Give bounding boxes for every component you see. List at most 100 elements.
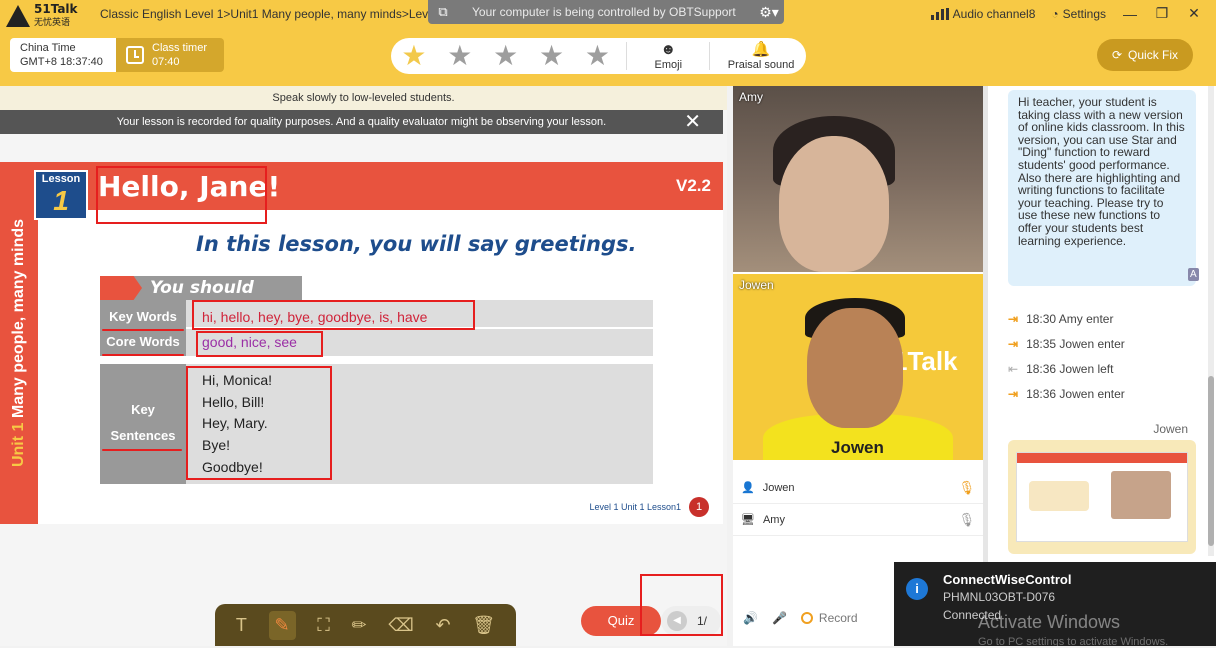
praisal-sound-button[interactable]: 🔔 Praisal sound xyxy=(716,41,806,71)
top-bar: 51Talk 无忧英语 Classic English Level 1>Unit… xyxy=(0,0,1216,86)
annotation-underline xyxy=(102,329,184,331)
select-area-icon[interactable]: ⛶ xyxy=(317,615,330,636)
bell-icon: 🔔 xyxy=(751,41,771,58)
record-label: Record xyxy=(818,611,858,625)
quick-fix-button[interactable]: ⟳ Quick Fix xyxy=(1097,39,1193,71)
china-time: China Time GMT+8 18:37:40 xyxy=(10,38,116,72)
mic-icon[interactable]: 🎙 xyxy=(958,480,975,496)
connectwise-notification[interactable]: i ConnectWiseControl PHMNL03OBT-D076 Con… xyxy=(894,562,1216,646)
student-video: Amy xyxy=(733,86,983,272)
shirt-name-tag: Jowen xyxy=(831,438,884,457)
participant-name: Jowen xyxy=(762,481,795,494)
class-timer-value: 07:40 xyxy=(152,56,180,68)
screenshot-image xyxy=(1016,452,1188,542)
exit-icon: ⇤ xyxy=(1008,361,1019,376)
star-button-5[interactable]: ★ xyxy=(575,38,621,74)
teacher-face xyxy=(807,308,903,428)
participant-name: Amy xyxy=(762,513,785,526)
key-sentences-label-1: Key xyxy=(131,402,155,417)
translate-icon[interactable]: A xyxy=(1188,268,1199,281)
emoji-label: Emoji xyxy=(654,59,683,71)
text-tool-icon[interactable]: T xyxy=(236,615,247,636)
microphone-icon[interactable]: 🎤 xyxy=(772,611,787,625)
slide-footer: Level 1 Unit 1 Lesson1 xyxy=(589,502,681,512)
audio-channel[interactable]: Audio channel8 xyxy=(930,6,1036,21)
unit-prefix: Unit 1 xyxy=(10,422,27,468)
screenshot-sender: Jowen xyxy=(1153,422,1188,436)
teacher-tip-message: Hi teacher, your student is taking class… xyxy=(1008,90,1196,286)
notification-host: PHMNL03OBT-D076 xyxy=(943,590,1056,604)
screenshot-header xyxy=(1017,453,1187,463)
computer-icon: 🖥 xyxy=(741,514,755,526)
unit-text: Many people, many minds xyxy=(10,218,27,419)
highlight-box-sentences[interactable] xyxy=(186,366,332,480)
lesson-area: Speak slowly to low-leveled students. Yo… xyxy=(0,86,727,646)
student-face xyxy=(779,136,889,272)
participant-row[interactable]: 🖥 Amy 🎙 xyxy=(733,504,983,536)
recording-notice: Your lesson is recorded for quality purp… xyxy=(0,110,723,134)
learn-heading: You should learn xyxy=(100,276,302,318)
highlight-box-pager[interactable] xyxy=(640,574,723,636)
emoji-button[interactable]: ☻ Emoji xyxy=(633,41,703,71)
info-icon: i xyxy=(906,578,928,600)
screenshot-bubble xyxy=(1029,481,1089,511)
lesson-badge-number: 1 xyxy=(53,185,69,216)
class-timer: Class timer 07:40 xyxy=(116,38,224,72)
star-button-4[interactable]: ★ xyxy=(529,38,575,74)
lesson-subtitle: In this lesson, you will say greetings. xyxy=(196,232,637,256)
slide-page-badge: 1 xyxy=(689,497,709,517)
close-window-button[interactable]: ✕ xyxy=(1186,5,1202,22)
record-button[interactable]: Record xyxy=(800,611,858,625)
scrollbar-thumb[interactable] xyxy=(1208,376,1214,546)
key-words-label: Key Words xyxy=(109,309,177,324)
log-text: 18:30 Amy enter xyxy=(1026,311,1114,326)
pencil-tool-icon[interactable]: ✏ xyxy=(352,615,367,636)
quick-fix-label: Quick Fix xyxy=(1128,48,1179,62)
remote-banner-text: Your computer is being controlled by OBT… xyxy=(472,5,736,19)
enter-icon: ⇥ xyxy=(1008,311,1019,326)
highlight-box-core-words[interactable] xyxy=(196,331,323,357)
panel-divider xyxy=(709,42,711,70)
remote-session-icon[interactable]: ⧉ xyxy=(428,4,458,20)
arrow-shape xyxy=(100,276,142,300)
logo-subtitle: 无忧英语 xyxy=(34,17,71,27)
star-button-3[interactable]: ★ xyxy=(483,38,529,74)
teacher-video-name: Jowen xyxy=(739,278,774,292)
clock-icon xyxy=(126,46,144,64)
eraser-tool-icon[interactable]: ⌫ xyxy=(388,615,413,636)
annotation-underline xyxy=(102,449,182,451)
log-text: 18:36 Jowen enter xyxy=(1026,386,1125,401)
restore-button[interactable]: ❐ xyxy=(1154,5,1170,22)
log-text: 18:35 Jowen enter xyxy=(1026,336,1125,351)
speak-slowly-notice: Speak slowly to low-leveled students. xyxy=(0,86,727,110)
minimize-button[interactable]: — xyxy=(1122,6,1138,22)
lesson-slide: Unit 1 Many people, many minds Lesson 1 … xyxy=(0,162,723,524)
close-icon[interactable]: ✕ xyxy=(684,110,701,134)
mic-icon[interactable]: 🎙 xyxy=(958,512,975,528)
star-button-2[interactable]: ★ xyxy=(437,38,483,74)
activate-windows-subtext: Go to PC settings to activate Windows. xyxy=(978,636,1169,648)
shared-screenshot[interactable] xyxy=(1008,440,1196,554)
china-time-value: GMT+8 18:37:40 xyxy=(20,56,103,68)
class-timer-label: Class timer xyxy=(152,42,208,54)
annotation-underline xyxy=(102,354,184,356)
brush-tool-icon[interactable]: ✎ xyxy=(268,610,296,640)
chat-scrollbar[interactable] xyxy=(1208,86,1214,556)
highlight-box-title[interactable] xyxy=(96,166,267,224)
top-right-controls: Audio channel8 ◔ Settings — ❐ ✕ xyxy=(930,5,1202,22)
highlight-box-key-words[interactable] xyxy=(192,300,475,330)
speaker-icon[interactable]: 🔊 xyxy=(743,611,758,625)
activate-windows-watermark: Activate Windows xyxy=(978,612,1121,632)
undo-icon[interactable]: ↶ xyxy=(435,615,450,636)
china-time-label: China Time xyxy=(20,42,76,54)
star-button-1[interactable]: ★ xyxy=(391,38,437,74)
remote-control-banner: ⧉ Your computer is being controlled by O… xyxy=(428,0,784,24)
core-words-label: Core Words xyxy=(106,334,180,349)
settings-button[interactable]: ◔ Settings xyxy=(1051,7,1106,21)
participant-row[interactable]: 👤 Jowen 🎙 xyxy=(733,472,983,504)
trash-icon[interactable]: 🗑 xyxy=(472,615,495,636)
remote-gear-icon[interactable]: ⚙▾ xyxy=(754,4,784,21)
settings-label: Settings xyxy=(1062,6,1106,21)
audio-channel-label: Audio channel8 xyxy=(952,6,1036,21)
praisal-sound-label: Praisal sound xyxy=(727,59,795,71)
